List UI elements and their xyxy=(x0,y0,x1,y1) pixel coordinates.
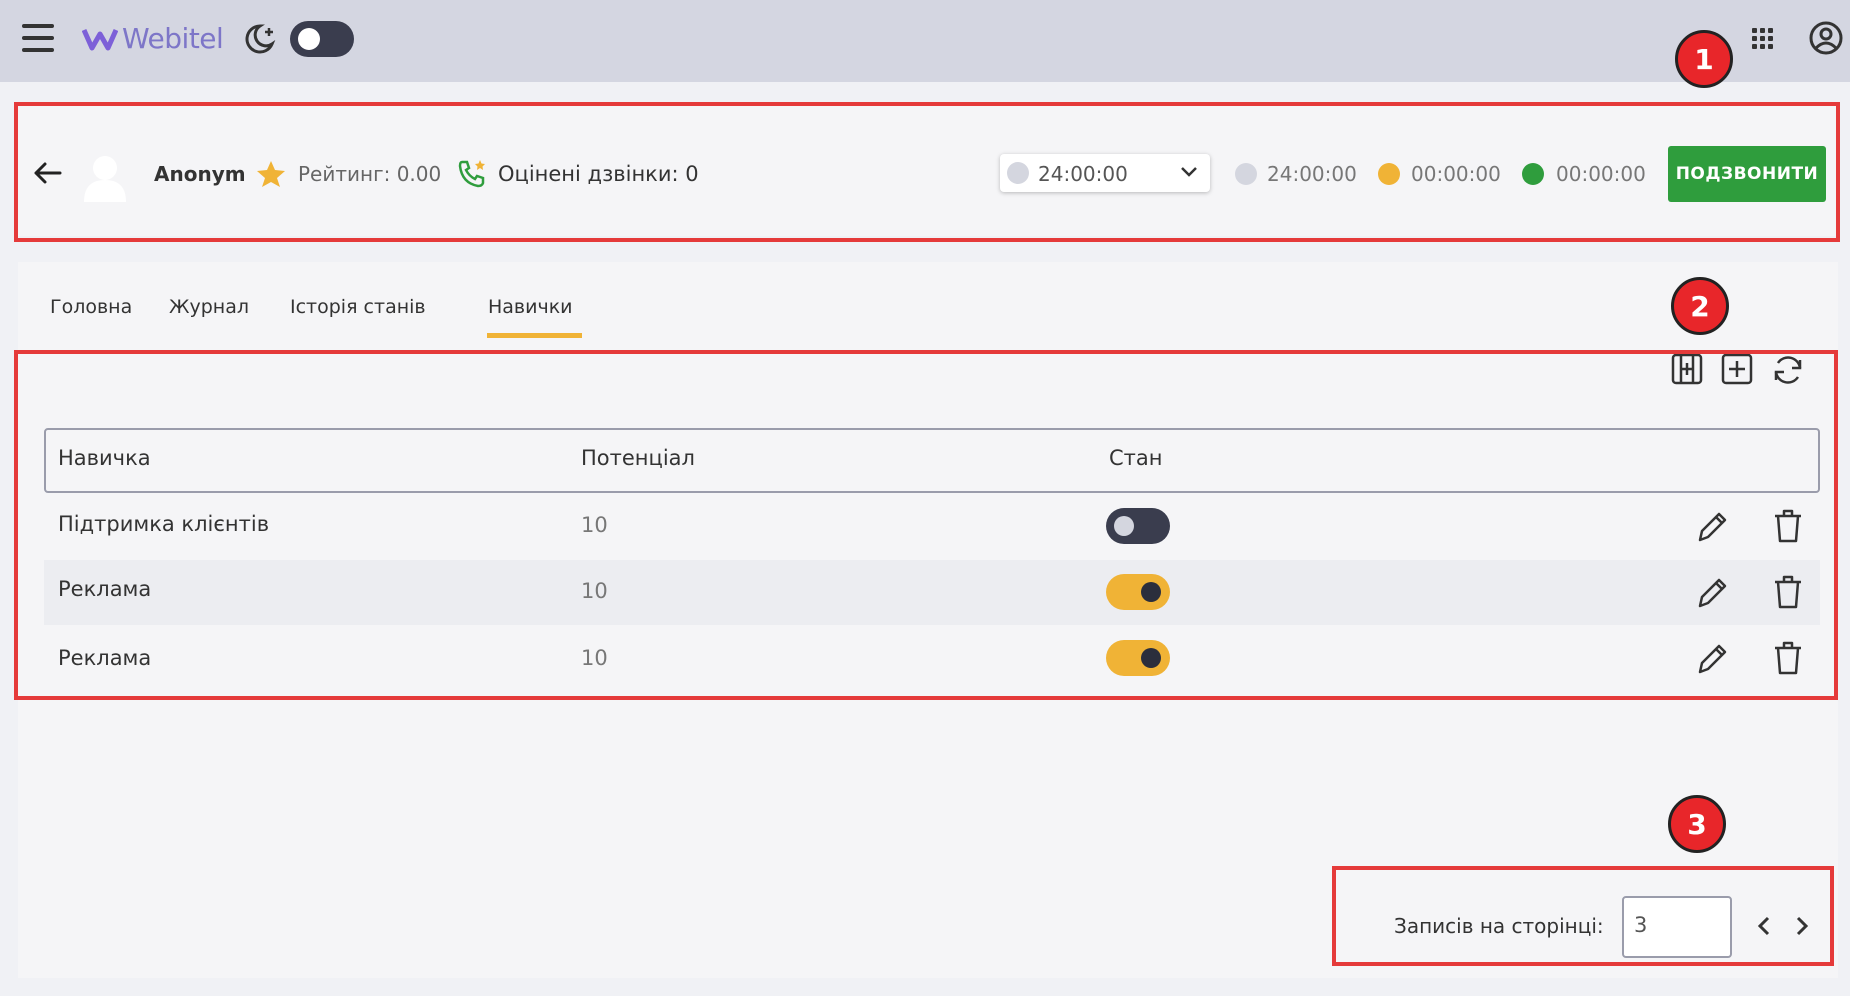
menu-icon[interactable] xyxy=(22,24,54,54)
apps-grid-icon[interactable] xyxy=(1750,26,1776,52)
user-account-icon[interactable] xyxy=(1808,20,1844,56)
tab-journal[interactable]: Журнал xyxy=(169,296,249,318)
logo-text: Webitel xyxy=(122,22,224,55)
toggle-knob xyxy=(298,28,320,50)
annotation-marker-3: 3 xyxy=(1668,795,1726,853)
annotation-box-1 xyxy=(14,102,1840,242)
moon-icon xyxy=(245,24,276,54)
annotation-box-3 xyxy=(1332,866,1834,966)
annotation-box-2 xyxy=(14,350,1838,700)
annotation-marker-1: 1 xyxy=(1675,30,1733,88)
tab-main[interactable]: Головна xyxy=(50,296,132,318)
theme-toggle[interactable] xyxy=(290,21,354,57)
tab-status-history[interactable]: Історія станів xyxy=(290,296,426,318)
webitel-logo[interactable]: Webitel xyxy=(82,22,224,55)
active-tab-indicator xyxy=(487,333,582,338)
tab-skills[interactable]: Навички xyxy=(488,296,573,318)
annotation-marker-2: 2 xyxy=(1671,277,1729,335)
webitel-logo-icon xyxy=(82,28,118,50)
